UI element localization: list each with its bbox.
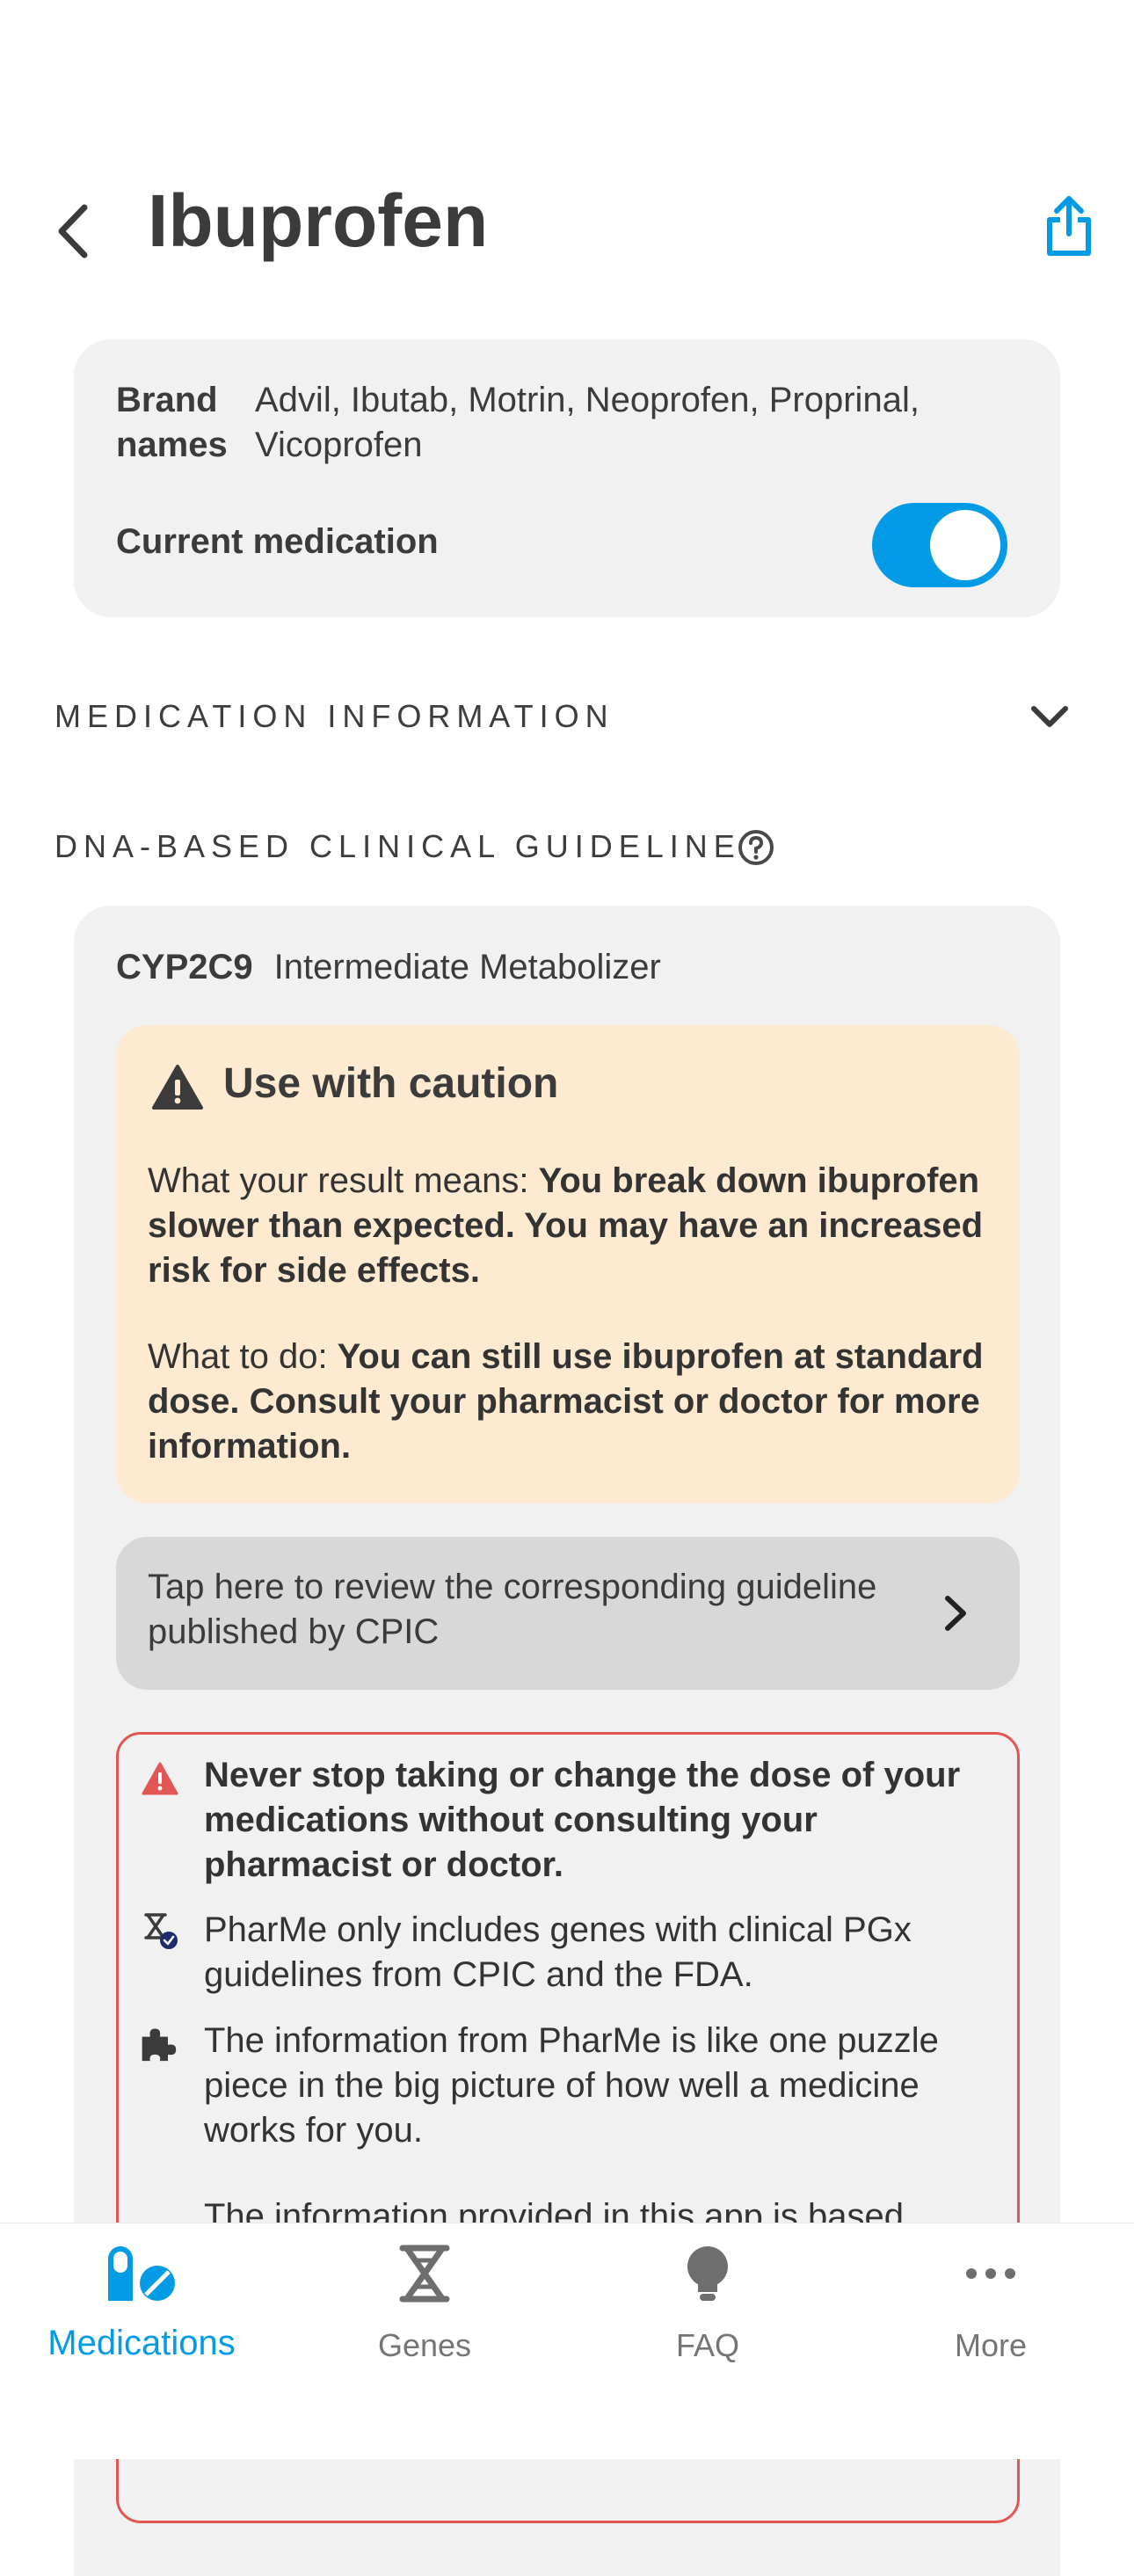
nav-genes[interactable]: Genes — [283, 2223, 566, 2399]
nav-faq[interactable]: FAQ — [566, 2223, 849, 2399]
cpic-link-text: Tap here to review the corresponding gui… — [148, 1568, 877, 1651]
gene-phenotype-line: CYP2C9 Intermediate Metabolizer — [116, 944, 661, 990]
what-to-do: What to do: You can still use ibuprofen … — [148, 1335, 992, 1469]
pills-icon — [108, 2246, 175, 2301]
disclaimer-item: The information from PharMe is like one … — [204, 2021, 939, 2150]
brand-names-value: Advil, Ibutab, Motrin, Neoprofen, Propri… — [255, 381, 920, 464]
dna-icon — [399, 2245, 450, 2303]
result-meaning: What your result means: You break down i… — [148, 1159, 992, 1293]
disclaimer-item: PharMe only includes genes with clinical… — [204, 1910, 912, 1994]
result-prefix: What your result means: — [148, 1161, 539, 1200]
page-title: Ibuprofen — [148, 179, 489, 262]
nav-label: More — [954, 2327, 1028, 2363]
medication-information-header[interactable]: MEDICATION INFORMATION — [55, 696, 614, 737]
dna-check-icon — [144, 1913, 178, 1949]
warning-icon — [152, 1065, 203, 1110]
nav-label: Genes — [377, 2327, 472, 2363]
chevron-down-icon[interactable] — [1029, 700, 1071, 735]
toggle-knob — [930, 510, 1000, 580]
help-icon[interactable] — [737, 828, 775, 867]
caution-title: Use with caution — [223, 1060, 559, 1107]
current-medication-toggle[interactable] — [872, 503, 1007, 587]
phenotype: Intermediate Metabolizer — [273, 948, 661, 986]
nav-label: FAQ — [675, 2327, 740, 2363]
bottom-navigation: Medications Genes FAQ More — [0, 2223, 1134, 2459]
nav-more[interactable]: More — [849, 2223, 1132, 2399]
more-dots-icon — [966, 2268, 1015, 2279]
puzzle-piece-icon — [142, 2028, 177, 2062]
chevron-right-icon — [945, 1596, 966, 1631]
guideline-section-header: DNA-BASED CLINICAL GUIDELINE — [55, 828, 741, 864]
back-chevron-icon[interactable] — [53, 200, 97, 262]
current-medication-label: Current medication — [116, 522, 439, 561]
gene-name: CYP2C9 — [116, 948, 253, 986]
nav-label: Medications — [47, 2324, 236, 2362]
lightbulb-icon — [687, 2246, 728, 2301]
brand-names-label: Brand names — [116, 381, 228, 464]
disclaimer-item: Never stop taking or change the dose of … — [204, 1756, 961, 1884]
todo-prefix: What to do: — [148, 1337, 338, 1376]
nav-medications[interactable]: Medications — [0, 2223, 283, 2399]
share-icon[interactable] — [1043, 195, 1095, 258]
warning-icon — [142, 1762, 178, 1795]
